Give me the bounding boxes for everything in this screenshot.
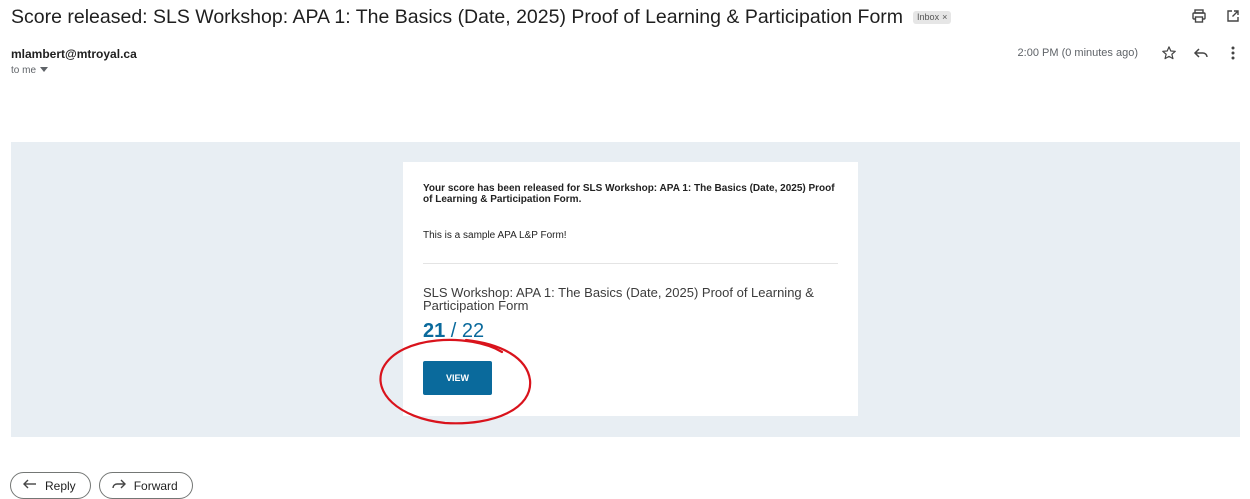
message-meta: 2:00 PM (0 minutes ago)	[1018, 44, 1242, 62]
view-score-button[interactable]: VIEW	[423, 361, 492, 395]
form-title: SLS Workshop: APA 1: The Basics (Date, 2…	[423, 285, 814, 313]
message-timestamp: 2:00 PM (0 minutes ago)	[1017, 47, 1138, 59]
more-vert-icon[interactable]	[1224, 44, 1242, 62]
subject-row: Score released: SLS Workshop: APA 1: The…	[11, 3, 1240, 31]
inbox-label-chip[interactable]: Inbox ×	[913, 10, 952, 24]
message-actions: Reply Forward	[10, 472, 193, 499]
open-in-new-window-icon[interactable]	[1224, 7, 1242, 25]
inbox-label-text: Inbox	[917, 11, 940, 22]
recipient-text: to me	[11, 65, 37, 76]
forward-label: Forward	[133, 478, 178, 493]
score-earned: 21	[423, 320, 446, 342]
sample-note: This is a sample APA L&P Form!	[423, 230, 567, 241]
reply-icon	[23, 478, 37, 493]
score-released-message: Your score has been released for SLS Wor…	[423, 183, 835, 205]
score-total: 22	[461, 320, 485, 342]
forward-icon	[111, 478, 126, 493]
reply-icon[interactable]	[1192, 44, 1210, 62]
reply-button[interactable]: Reply	[10, 472, 91, 499]
email-subject: Score released: SLS Workshop: APA 1: The…	[11, 5, 904, 28]
print-icon[interactable]	[1190, 7, 1208, 25]
subject-actions	[1190, 7, 1242, 25]
card-divider	[423, 263, 838, 264]
score-display: 21 / 22	[423, 320, 484, 343]
recipient-details-toggle[interactable]: to me	[11, 65, 49, 76]
sender-email[interactable]: mlambert@mtroyal.ca	[11, 47, 137, 61]
forward-button[interactable]: Forward	[98, 472, 193, 499]
score-separator: /	[445, 320, 462, 342]
reply-label: Reply	[45, 478, 76, 493]
remove-label-button[interactable]: ×	[942, 11, 947, 24]
score-card: Your score has been released for SLS Wor…	[403, 162, 858, 416]
star-icon[interactable]	[1160, 44, 1178, 62]
caret-down-icon	[40, 65, 49, 76]
